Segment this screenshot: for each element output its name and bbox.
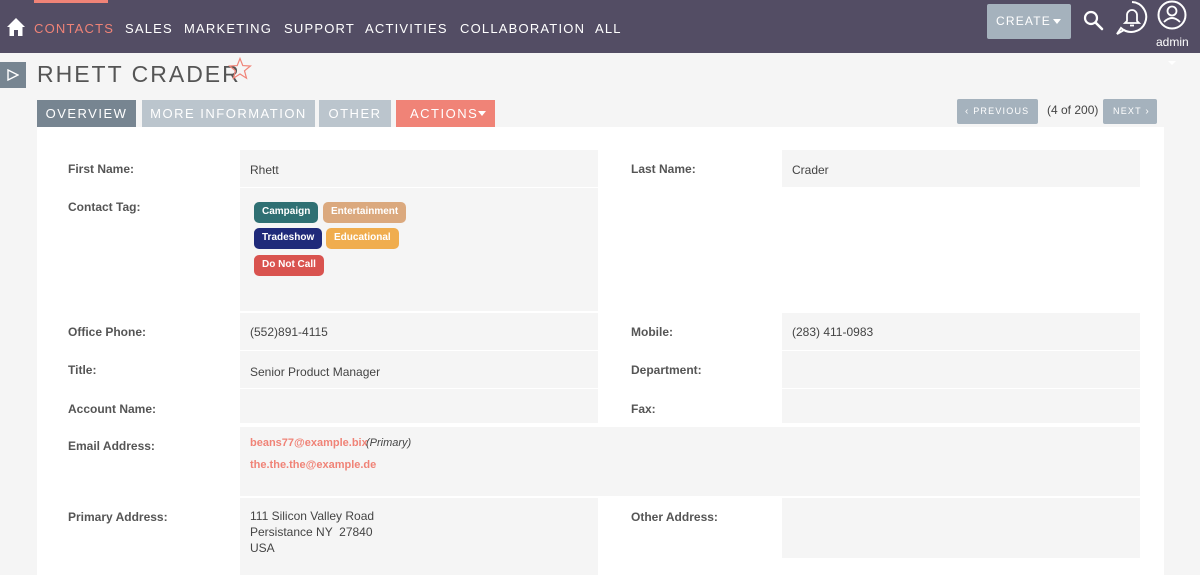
account-name-label: Account Name: — [68, 402, 157, 416]
title-value: Senior Product Manager — [250, 365, 381, 379]
actions-dropdown[interactable]: ACTIONS — [396, 100, 495, 127]
sidebar-toggle-button[interactable] — [0, 62, 26, 88]
previous-label: PREVIOUS — [973, 106, 1030, 116]
actions-label: ACTIONS — [410, 106, 479, 121]
department-label: Department: — [631, 363, 702, 377]
tag-entertainment[interactable]: Entertainment — [323, 202, 407, 223]
previous-button[interactable]: ‹ PREVIOUS — [957, 99, 1038, 124]
email-value-box: beans77@example.bix (Primary) the.the.th… — [240, 427, 1140, 496]
primary-email-note: (Primary) — [366, 437, 412, 449]
favorite-star-icon[interactable] — [228, 57, 252, 81]
next-button[interactable]: NEXT › — [1103, 99, 1157, 124]
user-menu-caret-icon[interactable] — [1168, 61, 1176, 65]
nav-support[interactable]: SUPPORT — [284, 21, 355, 36]
user-avatar-icon[interactable] — [1157, 0, 1187, 30]
title-value-box[interactable]: Senior Product Manager — [240, 351, 598, 388]
tab-other[interactable]: OTHER — [319, 100, 391, 127]
play-triangle-icon — [7, 69, 19, 81]
create-button-label: CREATE — [996, 14, 1051, 28]
chevron-right-icon: › — [1145, 106, 1150, 117]
last-name-label: Last Name: — [631, 162, 696, 176]
nav-contacts[interactable]: CONTACTS — [34, 21, 114, 36]
tag-do-not-call[interactable]: Do Not Call — [254, 255, 324, 276]
address-line-2: Persistance NY 27840 — [250, 525, 373, 539]
page-title: RHETT CRADER — [37, 61, 241, 87]
nav-collaboration[interactable]: COLLABORATION — [460, 21, 585, 36]
nav-all[interactable]: ALL — [595, 21, 622, 36]
chevron-left-icon: ‹ — [965, 106, 970, 117]
user-name[interactable]: admin — [1156, 35, 1189, 49]
contact-tag-value-box[interactable]: Campaign Entertainment Tradeshow Educati… — [240, 188, 598, 311]
tag-campaign[interactable]: Campaign — [254, 202, 319, 223]
address-line-1: 111 Silicon Valley Road — [250, 509, 375, 523]
office-phone-label: Office Phone: — [68, 325, 147, 339]
last-name-value-box[interactable]: Crader — [782, 150, 1140, 187]
secondary-email-link[interactable]: the.the.the@example.de — [250, 459, 376, 471]
office-phone-value: (552)891-4115 — [250, 325, 328, 339]
office-phone-value-box[interactable]: (552)891-4115 — [240, 313, 598, 350]
nav-activities[interactable]: ACTIVITIES — [365, 21, 448, 36]
other-address-label: Other Address: — [631, 510, 718, 524]
tab-overview[interactable]: OVERVIEW — [37, 100, 136, 127]
search-icon[interactable] — [1082, 9, 1104, 31]
title-label: Title: — [68, 363, 97, 377]
tag-educational[interactable]: Educational — [326, 228, 399, 249]
primary-email-link[interactable]: beans77@example.bix — [250, 437, 368, 449]
next-label: NEXT — [1113, 106, 1142, 116]
home-icon[interactable] — [6, 17, 26, 37]
other-address-value-box[interactable] — [782, 498, 1140, 558]
department-value-box[interactable] — [782, 351, 1140, 388]
contact-tag-label: Contact Tag: — [68, 200, 141, 214]
mobile-value: (283) 411-0983 — [792, 325, 874, 339]
tab-more-information[interactable]: MORE INFORMATION — [142, 100, 315, 127]
active-nav-indicator — [34, 0, 108, 3]
mobile-label: Mobile: — [631, 325, 673, 339]
tag-tradeshow[interactable]: Tradeshow — [254, 228, 323, 249]
detail-panel: First Name: Rhett Last Name: Crader Cont… — [37, 127, 1164, 575]
fax-value-box[interactable] — [782, 389, 1140, 423]
first-name-label: First Name: — [68, 162, 135, 176]
fax-label: Fax: — [631, 402, 656, 416]
top-navbar: CONTACTS SALES MARKETING SUPPORT ACTIVIT… — [0, 0, 1200, 53]
create-button[interactable]: CREATE — [987, 4, 1071, 39]
primary-address-label: Primary Address: — [68, 510, 168, 524]
address-line-3: USA — [250, 541, 275, 555]
account-name-value-box[interactable] — [240, 389, 598, 423]
first-name-value: Rhett — [250, 163, 279, 177]
primary-address-value-box[interactable]: 111 Silicon Valley Road Persistance NY 2… — [240, 498, 598, 575]
record-counter: (4 of 200) — [1047, 103, 1099, 117]
nav-sales[interactable]: SALES — [125, 21, 173, 36]
nav-marketing[interactable]: MARKETING — [184, 21, 272, 36]
last-name-value: Crader — [792, 163, 829, 177]
mobile-value-box[interactable]: (283) 411-0983 — [782, 313, 1140, 350]
caret-down-icon — [478, 111, 486, 116]
caret-down-icon — [1053, 19, 1061, 24]
email-label: Email Address: — [68, 439, 155, 453]
notification-bell-icon[interactable] — [1115, 0, 1149, 36]
first-name-value-box[interactable]: Rhett — [240, 150, 598, 187]
